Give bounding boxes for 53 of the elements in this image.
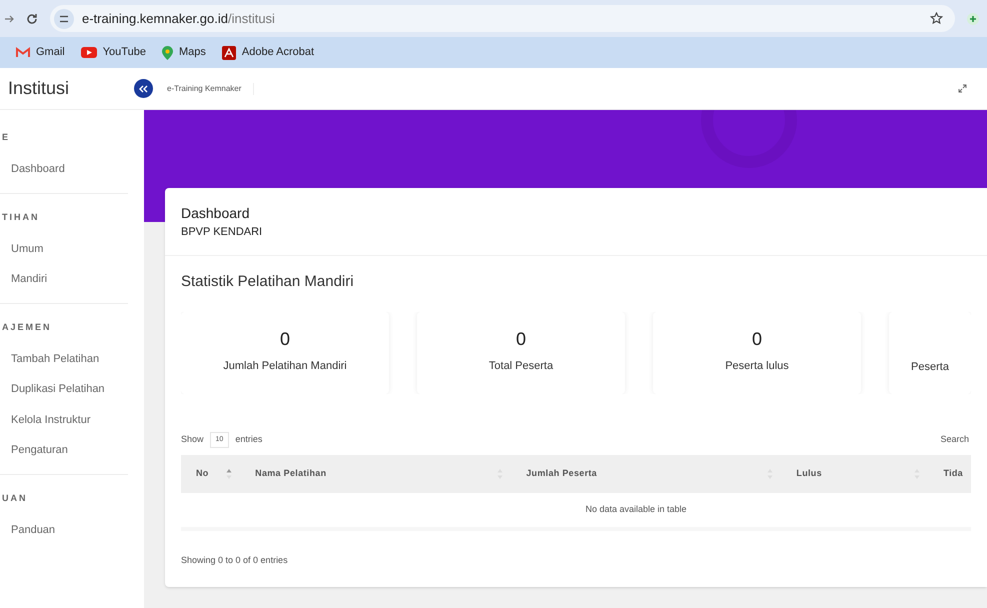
section-title: Statistik Pelatihan Mandiri	[181, 272, 354, 290]
show-label: Show	[181, 433, 204, 446]
sort-icon[interactable]	[226, 468, 232, 480]
empty-message: No data available in table	[584, 503, 687, 516]
sidebar-item[interactable]: Panduan	[0, 514, 128, 545]
bookmark-link[interactable]: Gmail	[36, 44, 65, 61]
pdf-icon	[222, 46, 236, 60]
forward-icon[interactable]	[4, 14, 14, 24]
sidebar-item[interactable]: Mandiri	[0, 264, 128, 294]
collapse-button[interactable]	[134, 79, 153, 98]
app-title: Institusi	[8, 78, 70, 98]
table-info: Showing 0 to 0 of 0 entries	[181, 555, 288, 565]
stat-label: Peserta lulus	[725, 359, 789, 374]
column-header[interactable]: No	[196, 467, 209, 481]
section-heading: AJEMEN	[1, 322, 52, 332]
column-header[interactable]: Jumlah Peserta	[526, 467, 597, 481]
bookmark-link[interactable]: Adobe Acrobat	[242, 44, 314, 61]
section-heading: UAN	[1, 492, 28, 502]
sidebar-item[interactable]: Pengaturan	[0, 435, 128, 466]
stat-label: Peserta	[911, 360, 949, 376]
column-header[interactable]: Lulus	[796, 467, 822, 481]
sidebar-item[interactable]: Kelola Instruktur	[0, 404, 128, 435]
fullscreen-icon[interactable]	[958, 84, 967, 93]
bookmark-link[interactable]: YouTube	[102, 44, 146, 61]
plus-icon[interactable]	[967, 12, 979, 24]
stat-label: Jumlah Pelatihan Mandiri	[223, 359, 347, 374]
double-chevron-icon	[139, 84, 148, 92]
sidebar-item[interactable]: Umum	[0, 234, 128, 264]
section-heading: TIHAN	[1, 212, 40, 222]
address-bar[interactable]: e-training.kemnaker.go.id/institusi	[50, 5, 955, 32]
url-text: e-training.kemnaker.go.id/institusi	[82, 10, 276, 28]
entries-label: entries	[235, 433, 262, 446]
stat-value: 0	[516, 330, 526, 348]
breadcrumb-text: e-Training Kemnaker	[167, 82, 254, 94]
page-subtitle: BPVP KENDARI	[181, 225, 264, 240]
stat-label: Total Peserta	[488, 359, 554, 374]
star-icon[interactable]	[930, 12, 943, 25]
site-settings-icon[interactable]	[54, 8, 74, 28]
sidebar-item[interactable]: Tambah Pelatihan	[0, 344, 128, 374]
bookmark-link[interactable]: Maps	[178, 44, 206, 61]
search-label: Search	[940, 433, 970, 446]
map-pin-icon	[162, 46, 173, 60]
stat-value: 0	[752, 330, 762, 348]
sidebar-item[interactable]: Dashboard	[0, 154, 128, 184]
stat-value: 0	[280, 330, 290, 348]
section-heading: E	[1, 132, 10, 142]
column-header[interactable]: Nama Pelatihan	[255, 467, 326, 481]
reload-icon[interactable]	[26, 12, 38, 24]
mail-icon	[16, 47, 30, 58]
play-icon	[80, 47, 97, 58]
page-title: Dashboard	[181, 204, 250, 223]
column-header[interactable]: Tida	[943, 467, 963, 481]
sidebar-item[interactable]: Duplikasi Pelatihan	[0, 374, 128, 404]
